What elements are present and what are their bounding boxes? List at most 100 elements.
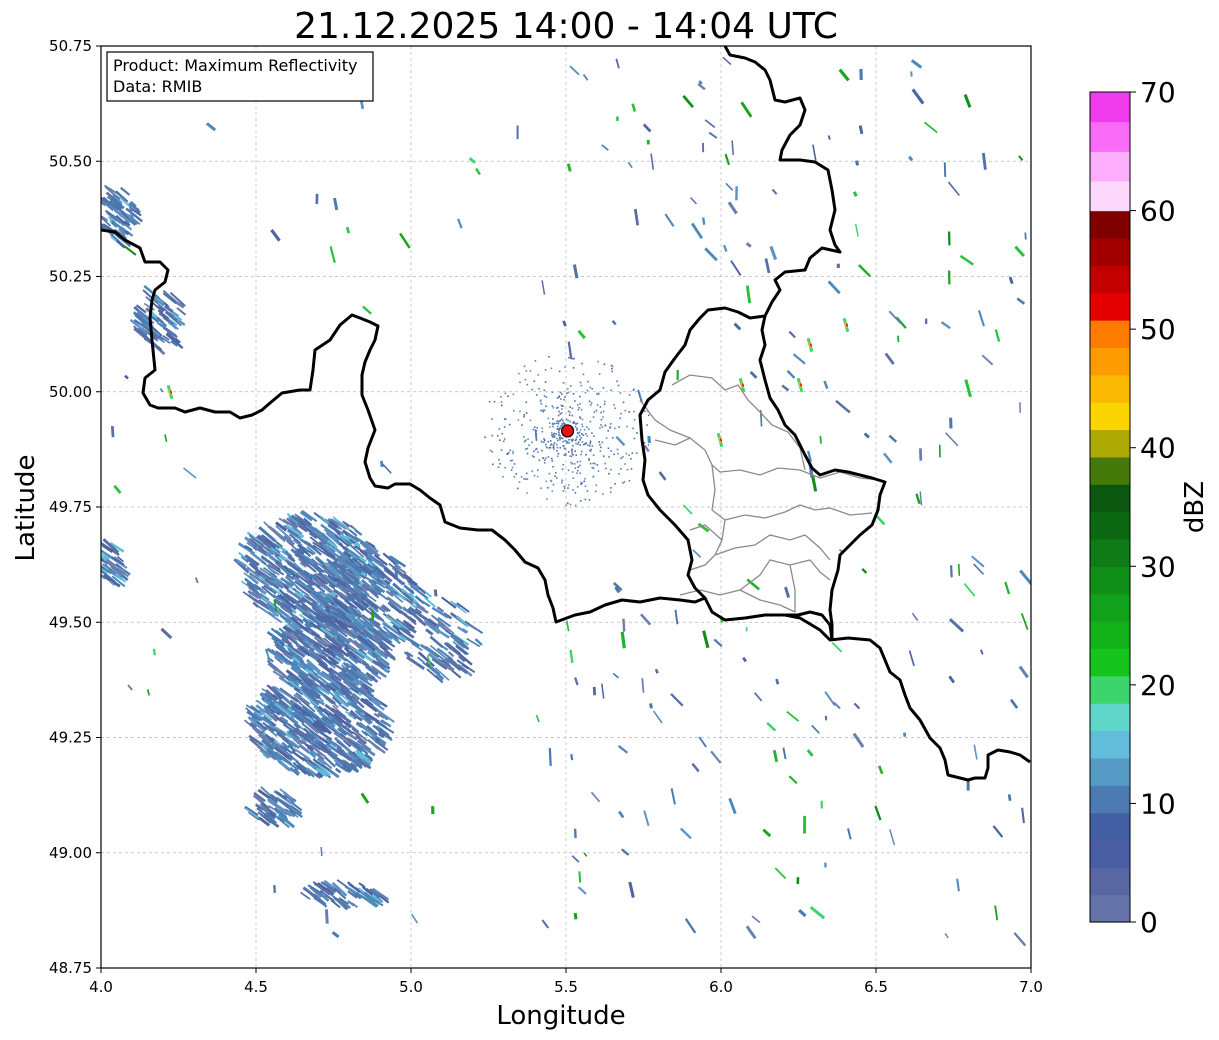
echo-clutter — [534, 448, 537, 451]
echo-clutter — [503, 438, 506, 440]
echo-clutter — [503, 440, 505, 443]
echo-clutter — [549, 444, 552, 447]
echo-clutter — [633, 437, 636, 440]
echo-clutter — [553, 422, 556, 425]
echo-clutter — [610, 389, 612, 391]
echo-cell — [110, 425, 115, 438]
colorbar-bin — [1090, 121, 1130, 152]
echo-clutter — [528, 444, 530, 446]
echo-clutter — [572, 422, 574, 424]
echo-clutter — [524, 378, 527, 381]
echo-clutter — [540, 403, 543, 405]
echo-clutter — [590, 448, 592, 451]
x-tick-label: 5.5 — [554, 978, 578, 996]
echo-clutter — [572, 358, 574, 360]
echo-cell — [622, 618, 626, 632]
y-tick-label: 50.00 — [49, 383, 92, 401]
echo-clutter — [553, 434, 555, 437]
echo-clutter — [589, 420, 592, 423]
echo-clutter — [540, 409, 542, 412]
echo-clutter — [548, 355, 550, 358]
echo-clutter — [598, 441, 600, 443]
echo-clutter — [589, 442, 591, 445]
echo-clutter — [632, 427, 634, 430]
echo-cell — [152, 648, 156, 656]
echo-clutter — [614, 407, 616, 410]
colorbar-bin — [1090, 210, 1130, 239]
echo-clutter — [617, 452, 619, 455]
echo-clutter — [543, 441, 545, 443]
echo-clutter — [549, 426, 551, 428]
colorbar-bin — [1090, 538, 1130, 567]
echo-clutter — [586, 490, 589, 492]
echo-clutter — [609, 423, 612, 425]
echo-clutter — [589, 386, 592, 389]
echo-clutter — [551, 460, 554, 462]
echo-clutter — [576, 461, 579, 463]
echo-cell — [950, 565, 953, 578]
echo-clutter — [588, 458, 590, 460]
echo-clutter — [552, 465, 554, 468]
colorbar-tick-label: 60 — [1140, 195, 1176, 228]
echo-clutter — [617, 384, 620, 387]
echo-clutter — [619, 392, 622, 394]
echo-clutter — [484, 436, 486, 439]
echo-clutter — [587, 428, 590, 430]
colorbar-bin — [1090, 511, 1130, 540]
echo-cell — [854, 160, 860, 166]
y-tick-label: 50.50 — [49, 152, 92, 170]
echo-clutter — [536, 469, 539, 472]
echo-clutter — [559, 427, 561, 430]
echo-clutter — [558, 395, 561, 397]
echo-clutter — [577, 432, 580, 435]
echo-clutter — [633, 418, 636, 421]
echo-clutter — [599, 427, 601, 429]
echo-cell — [852, 191, 858, 197]
echo-clutter — [573, 422, 576, 424]
echo-clutter — [541, 449, 543, 452]
echo-clutter — [576, 486, 579, 488]
echo-clutter — [579, 500, 582, 502]
y-tick-label: 49.25 — [49, 729, 92, 747]
echo-clutter — [547, 440, 549, 443]
echo-clutter — [572, 489, 574, 491]
figure-title: 21.12.2025 14:00 - 14:04 UTC — [294, 6, 838, 47]
echo-clutter — [587, 380, 589, 383]
colorbar-tick-label: 40 — [1140, 432, 1176, 465]
echo-cell — [433, 589, 438, 597]
echo-clutter — [558, 370, 561, 373]
echo-clutter — [531, 441, 533, 444]
echo-clutter — [506, 453, 508, 455]
echo-clutter — [571, 471, 574, 473]
echo-clutter — [518, 372, 520, 375]
echo-clutter — [647, 444, 650, 446]
colorbar-bin — [1090, 484, 1130, 513]
echo-clutter — [559, 413, 562, 415]
y-tick-label: 49.50 — [49, 613, 92, 631]
echo-clutter — [546, 498, 548, 500]
echo-clutter — [496, 435, 499, 437]
echo-clutter — [533, 380, 536, 383]
echo-clutter — [611, 370, 614, 373]
echo-clutter — [568, 438, 570, 441]
echo-clutter — [551, 436, 554, 438]
echo-clutter — [542, 457, 545, 459]
echo-clutter — [574, 400, 576, 402]
colorbar-bin — [1090, 402, 1130, 431]
echo-clutter — [558, 410, 560, 413]
echo-cell — [320, 846, 323, 857]
echo-clutter — [630, 468, 633, 470]
echo-clutter — [561, 479, 564, 482]
echo-clutter — [570, 438, 572, 441]
echo-cell — [957, 563, 961, 576]
echo-clutter — [567, 502, 569, 505]
echo-clutter — [560, 411, 563, 414]
echo-clutter — [590, 402, 593, 404]
echo-clutter — [577, 443, 579, 445]
echo-cell — [169, 390, 173, 394]
echo-clutter — [583, 428, 586, 431]
x-tick-label: 6.5 — [864, 978, 888, 996]
echo-clutter — [631, 452, 634, 455]
echo-clutter — [532, 428, 535, 431]
colorbar-bin — [1090, 812, 1130, 841]
